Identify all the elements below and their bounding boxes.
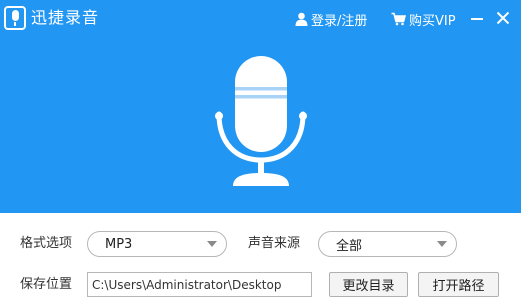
title-bar[interactable]: 迅捷录音 登录/注册 购买VIP: [0, 0, 521, 36]
buy-vip-label: 购买VIP: [409, 13, 456, 29]
format-label: 格式选项: [20, 236, 73, 251]
app-title: 迅捷录音: [31, 8, 100, 27]
login-register-link[interactable]: 登录/注册: [295, 10, 368, 29]
microphone-icon: [215, 56, 307, 186]
header-banner: 迅捷录音 登录/注册 购买VIP: [0, 0, 521, 213]
format-select[interactable]: MP3: [87, 231, 227, 257]
login-register-label: 登录/注册: [311, 13, 368, 29]
minimize-icon[interactable]: [468, 9, 486, 27]
buy-vip-link[interactable]: 购买VIP: [391, 10, 456, 29]
change-directory-button[interactable]: 更改目录: [329, 272, 408, 297]
app-logo-icon: [4, 6, 26, 30]
dropdown-arrow-icon: [437, 241, 447, 247]
source-value: 全部: [336, 238, 363, 254]
cart-icon: [391, 12, 406, 26]
save-location-label: 保存位置: [20, 277, 73, 292]
user-icon: [295, 12, 308, 26]
open-path-button[interactable]: 打开路径: [418, 272, 499, 297]
dropdown-arrow-icon: [207, 241, 217, 247]
source-select[interactable]: 全部: [318, 231, 457, 257]
save-path-input[interactable]: [87, 272, 312, 297]
source-label: 声音来源: [248, 236, 301, 251]
close-icon[interactable]: [494, 9, 512, 27]
app-window: 迅捷录音 登录/注册 购买VIP 格式选项 MP3 声音来源 全部 保存位置 C…: [0, 0, 521, 300]
format-value: MP3: [105, 236, 133, 252]
